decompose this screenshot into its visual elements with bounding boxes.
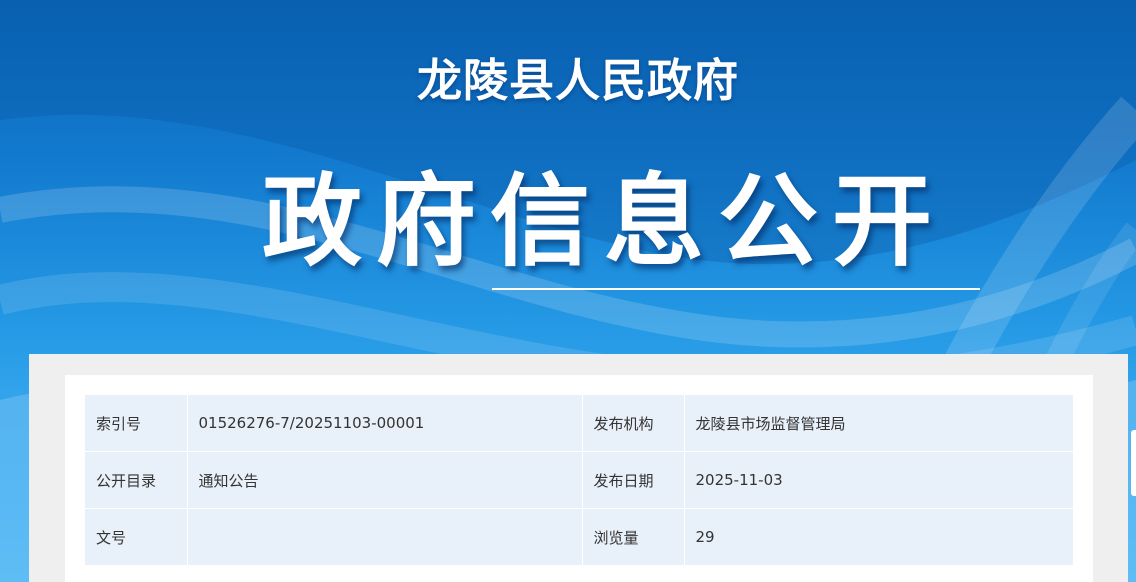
table-row: 文号 浏览量 29	[85, 508, 1074, 566]
publish-date-value: 2025-11-03	[684, 451, 1074, 509]
publisher-label: 发布机构	[582, 395, 685, 452]
publish-date-label: 发布日期	[582, 451, 685, 509]
scrollbar-handle[interactable]	[1131, 430, 1136, 496]
table-row: 公开目录 通知公告 发布日期 2025-11-03	[85, 451, 1074, 509]
document-number-label: 文号	[85, 508, 188, 566]
index-number-label: 索引号	[85, 395, 188, 452]
document-number-value	[187, 508, 583, 566]
catalog-label: 公开目录	[85, 451, 188, 509]
views-label: 浏览量	[582, 508, 685, 566]
title-underline	[492, 288, 980, 290]
index-number-value: 01526276-7/20251103-00001	[187, 395, 583, 452]
info-table: 索引号 01526276-7/20251103-00001 发布机构 龙陵县市场…	[85, 395, 1074, 566]
section-title: 政府信息公开	[262, 163, 946, 280]
table-row: 索引号 01526276-7/20251103-00001 发布机构 龙陵县市场…	[85, 395, 1074, 452]
publisher-value: 龙陵县市场监督管理局	[684, 395, 1074, 452]
views-value: 29	[684, 508, 1074, 566]
site-title: 龙陵县人民政府	[416, 54, 739, 107]
catalog-value: 通知公告	[187, 451, 583, 509]
